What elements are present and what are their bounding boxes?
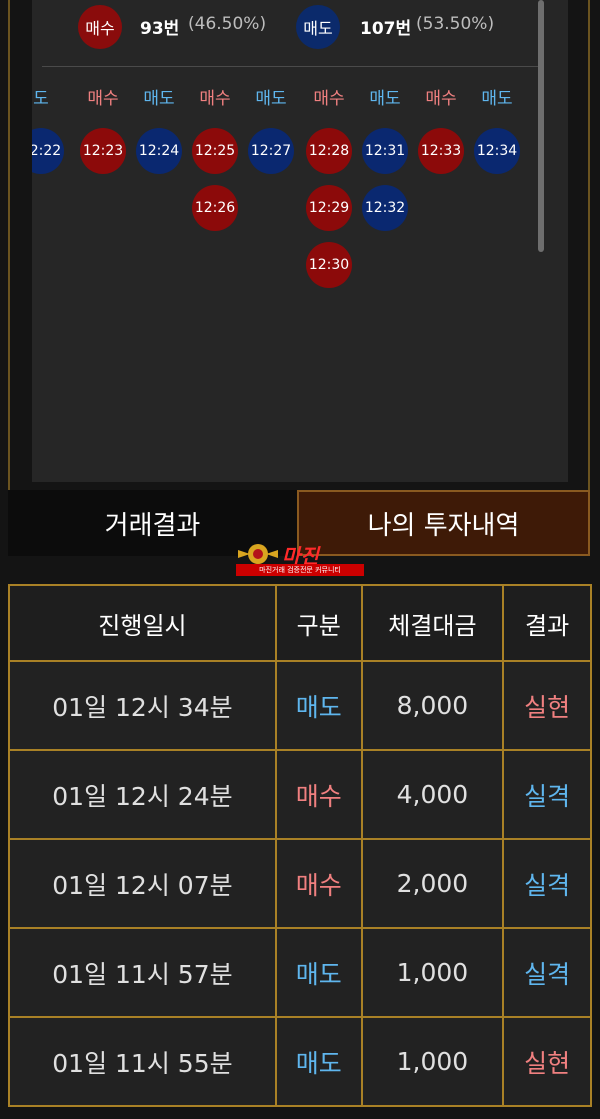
cell-result: 실격 bbox=[502, 927, 592, 1018]
cell-date: 01일 12시 24분 bbox=[8, 749, 277, 840]
cell-amount: 2,000 bbox=[360, 838, 505, 929]
sell-result-dot: 12:34 bbox=[474, 128, 520, 174]
sell-result-dot: 12:32 bbox=[362, 185, 408, 231]
buy-result-dot: 12:25 bbox=[192, 128, 238, 174]
buy-badge: 매수 bbox=[78, 5, 122, 49]
buy-result-dot: 12:30 bbox=[306, 242, 352, 288]
table-header-row: 진행일시 구분 체결대금 결과 bbox=[8, 584, 592, 662]
result-board-panel: 매수 93번 (46.50%) 매도 107번 (53.50%) 도 12:22 매… bbox=[32, 0, 568, 482]
column-header: 매도 bbox=[369, 89, 401, 109]
buy-result-dot: 12:23 bbox=[80, 128, 126, 174]
column-header: 매수 bbox=[199, 89, 231, 109]
sell-result-dot: 12:27 bbox=[248, 128, 294, 174]
header-amount: 체결대금 bbox=[360, 584, 505, 662]
sell-badge: 매도 bbox=[296, 5, 340, 49]
column-header: 매수 bbox=[425, 89, 457, 109]
cell-type: 매수 bbox=[274, 838, 363, 929]
header-type: 구분 bbox=[274, 584, 363, 662]
cell-date: 01일 12시 07분 bbox=[8, 838, 277, 929]
buy-percent: (46.50%) bbox=[188, 14, 267, 34]
cell-amount: 8,000 bbox=[360, 660, 505, 751]
table-row[interactable]: 01일 11시 57분 매도 1,000 실격 bbox=[8, 927, 592, 1018]
panel-scrollbar[interactable] bbox=[538, 0, 544, 252]
column-header: 매도 bbox=[143, 89, 175, 109]
frame-border-left bbox=[8, 0, 10, 490]
cell-amount: 4,000 bbox=[360, 749, 505, 840]
table-row[interactable]: 01일 12시 07분 매수 2,000 실격 bbox=[8, 838, 592, 929]
cell-type: 매수 bbox=[274, 749, 363, 840]
cell-result: 실격 bbox=[502, 838, 592, 929]
buy-result-dot: 12:29 bbox=[306, 185, 352, 231]
cell-type: 매도 bbox=[274, 1016, 363, 1107]
sell-count: 107번 bbox=[360, 19, 412, 39]
table-row[interactable]: 01일 11시 55분 매도 1,000 실현 bbox=[8, 1016, 592, 1107]
cell-result: 실격 bbox=[502, 749, 592, 840]
sell-result-dot: 12:22 bbox=[32, 128, 64, 174]
summary-row: 매수 93번 (46.50%) 매도 107번 (53.50%) bbox=[32, 0, 568, 50]
investment-history-table: 진행일시 구분 체결대금 결과 01일 12시 34분 매도 8,000 실현 01일 … bbox=[8, 584, 592, 1107]
header-result: 결과 bbox=[502, 584, 592, 662]
watermark-logo: 마진 마진거래 검증전문 커뮤니티 bbox=[236, 540, 366, 576]
cell-type: 매도 bbox=[274, 660, 363, 751]
column-header: 매도 bbox=[481, 89, 513, 109]
column-header: 매수 bbox=[313, 89, 345, 109]
table-row[interactable]: 01일 12시 34분 매도 8,000 실현 bbox=[8, 660, 592, 751]
cell-date: 01일 11시 55분 bbox=[8, 1016, 277, 1107]
panel-divider bbox=[42, 66, 544, 67]
column-header: 매수 bbox=[87, 89, 119, 109]
buy-result-dot: 12:28 bbox=[306, 128, 352, 174]
cell-date: 01일 11시 57분 bbox=[8, 927, 277, 1018]
column-header: 도 bbox=[33, 89, 49, 109]
header-date: 진행일시 bbox=[8, 584, 277, 662]
sell-percent: (53.50%) bbox=[416, 14, 495, 34]
frame-border-right bbox=[588, 0, 590, 490]
buy-count: 93번 bbox=[140, 19, 180, 39]
cell-type: 매도 bbox=[274, 927, 363, 1018]
column-header: 매도 bbox=[255, 89, 287, 109]
cell-amount: 1,000 bbox=[360, 927, 505, 1018]
cell-date: 01일 12시 34분 bbox=[8, 660, 277, 751]
buy-result-dot: 12:26 bbox=[192, 185, 238, 231]
cell-result: 실현 bbox=[502, 1016, 592, 1107]
table-row[interactable]: 01일 12시 24분 매수 4,000 실격 bbox=[8, 749, 592, 840]
buy-result-dot: 12:33 bbox=[418, 128, 464, 174]
app-frame: 매수 93번 (46.50%) 매도 107번 (53.50%) 도 12:22 매… bbox=[0, 0, 600, 1119]
cell-result: 실현 bbox=[502, 660, 592, 751]
cell-amount: 1,000 bbox=[360, 1016, 505, 1107]
logo-tagline: 마진거래 검증전문 커뮤니티 bbox=[236, 564, 364, 576]
sell-result-dot: 12:31 bbox=[362, 128, 408, 174]
sell-result-dot: 12:24 bbox=[136, 128, 182, 174]
